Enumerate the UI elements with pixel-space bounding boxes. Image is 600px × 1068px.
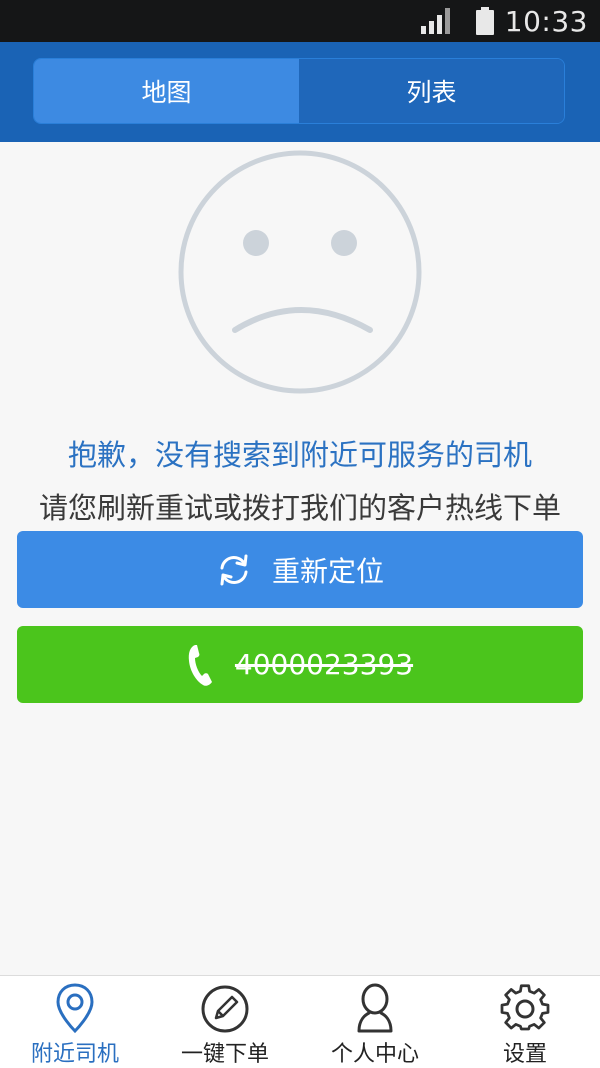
- tab-list[interactable]: 列表: [299, 59, 564, 123]
- nav-quick-order[interactable]: 一键下单: [150, 976, 300, 1068]
- status-time: 10:33: [504, 4, 588, 38]
- nav-nearby-drivers[interactable]: 附近司机: [0, 976, 150, 1068]
- battery-icon: [475, 7, 494, 35]
- view-switcher: 地图 列表: [33, 58, 565, 124]
- nav-label-profile: 个人中心: [330, 1042, 419, 1067]
- tab-map[interactable]: 地图: [34, 59, 299, 123]
- empty-state-subtitle: 请您刷新重试或拨打我们的客户热线下单: [38, 491, 561, 525]
- status-icons: 10:33: [419, 0, 588, 42]
- call-hotline-button[interactable]: 4000023393: [17, 626, 583, 703]
- nav-label-settings: 设置: [502, 1042, 547, 1067]
- refresh-icon: [216, 552, 252, 588]
- nav-label-quick-order: 一键下单: [180, 1042, 269, 1067]
- nav-profile[interactable]: 个人中心: [300, 976, 450, 1068]
- phone-icon: [187, 643, 215, 687]
- gear-icon: [500, 982, 550, 1034]
- empty-state-title: 抱歉，没有搜索到附近可服务的司机: [67, 438, 532, 472]
- nav-settings[interactable]: 设置: [450, 976, 600, 1068]
- relocate-button[interactable]: 重新定位: [17, 531, 583, 608]
- header: 地图 列表: [0, 42, 600, 142]
- sad-face-icon: [178, 150, 422, 394]
- pencil-icon: [200, 982, 250, 1034]
- status-bar: 10:33: [0, 0, 600, 42]
- location-pin-icon: [55, 982, 95, 1034]
- signal-icon: [420, 8, 450, 34]
- hotline-number: 4000023393: [234, 648, 414, 681]
- relocate-label: 重新定位: [271, 554, 384, 588]
- person-icon: [355, 982, 395, 1034]
- bottom-nav: 附近司机 一键下单 个人中心 设置: [0, 975, 600, 1068]
- nav-label-nearby-drivers: 附近司机: [30, 1042, 119, 1067]
